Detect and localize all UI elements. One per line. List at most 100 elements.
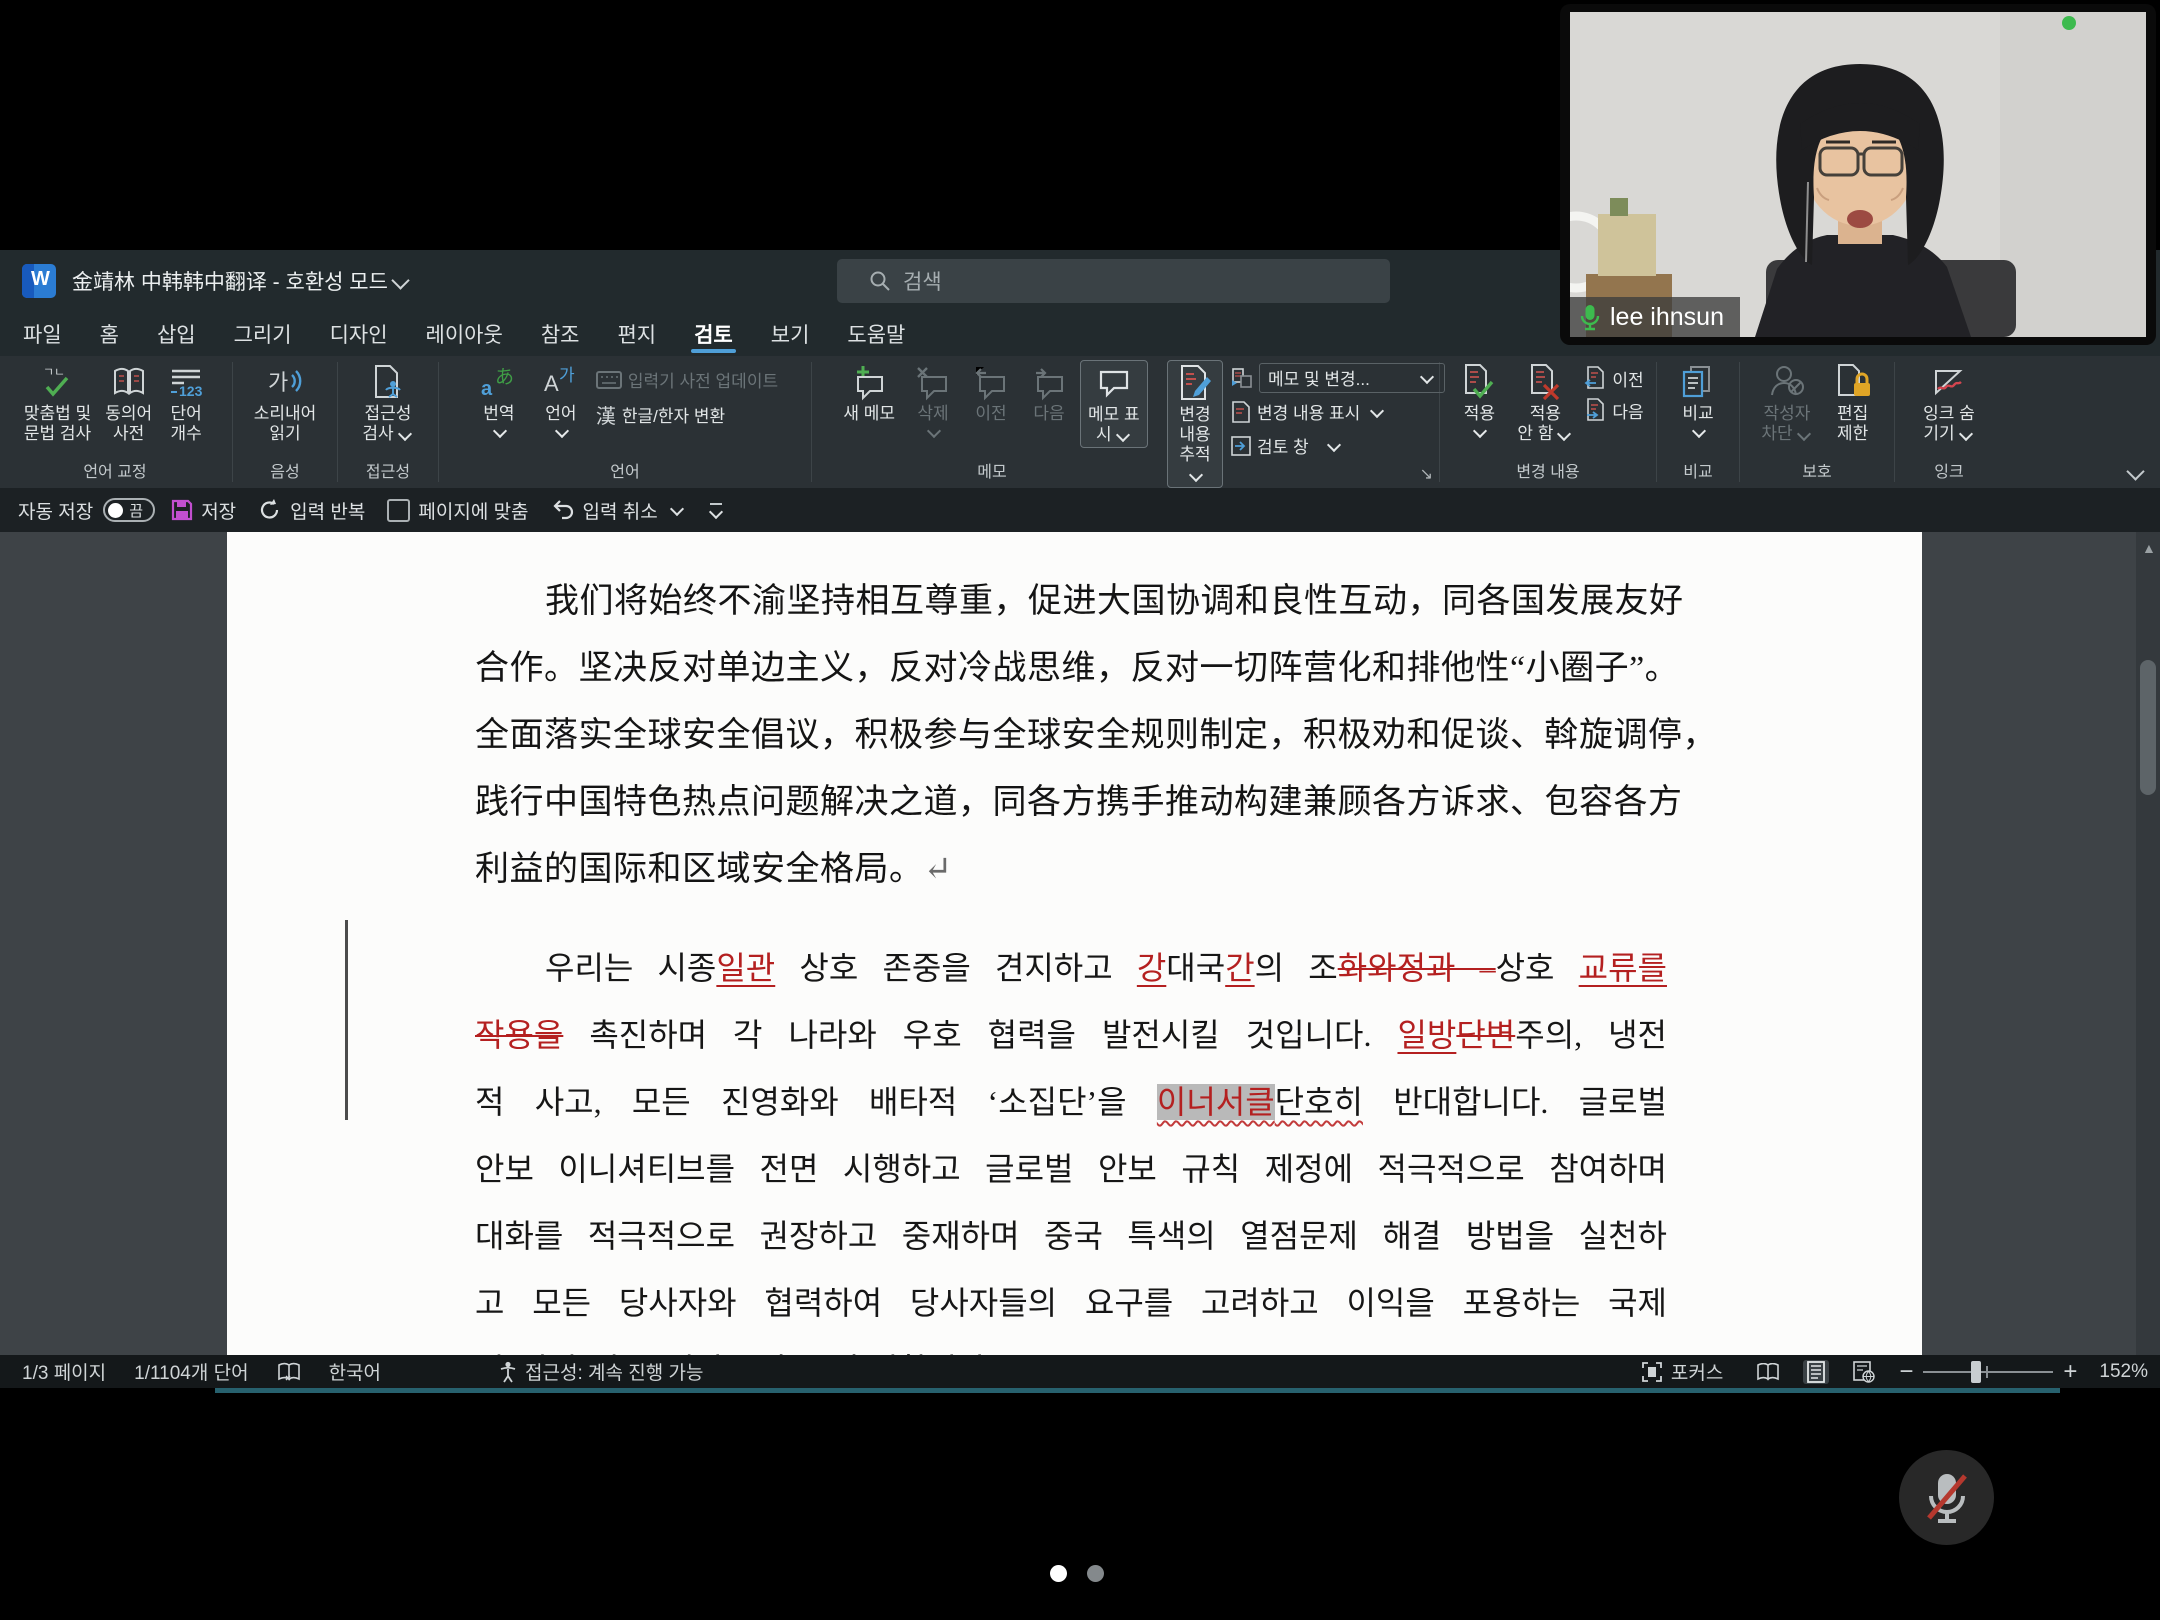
scrollbar-thumb[interactable] (2140, 660, 2156, 795)
autosave-toggle[interactable]: 끔 (103, 498, 155, 522)
web-layout-button[interactable] (1851, 1360, 1877, 1384)
chevron-down-icon (927, 424, 941, 438)
next-change-button[interactable]: 다음 (1584, 398, 1643, 422)
dialog-launcher-icon[interactable]: ↘ (1420, 464, 1433, 484)
text-segment: 우리는 시종 (545, 950, 716, 986)
hide-ink-button[interactable]: 잉크 숨 기기 (1916, 360, 1982, 446)
text-segment: 단변 (1456, 1017, 1515, 1053)
mic-muted-icon (1923, 1470, 1971, 1526)
group-speech: 가 소리내어 읽기 음성 (235, 356, 335, 488)
tab-insert[interactable]: 삽입 (138, 312, 215, 356)
print-layout-button[interactable] (1803, 1360, 1829, 1384)
dot-inactive[interactable] (1087, 1565, 1104, 1582)
tab-design[interactable]: 디자인 (311, 312, 407, 356)
vertical-scrollbar[interactable]: ▲ (2136, 532, 2160, 1355)
text-segment: 상호 존중을 견지하고 (775, 950, 1137, 986)
tab-review[interactable]: 검토 (675, 312, 752, 356)
mute-microphone-button[interactable] (1899, 1450, 1994, 1545)
text-segment: 주의, 냉전 (1515, 1017, 1667, 1053)
text-segment: 대국 (1166, 950, 1225, 986)
chevron-down-icon (1959, 426, 1973, 440)
webcam-overlay[interactable]: lee ihnsun (1560, 4, 2156, 345)
tab-layout[interactable]: 레이아웃 (407, 312, 522, 356)
thesaurus-button[interactable]: 동의어 사전 (98, 360, 159, 446)
accessibility-person-icon (499, 1361, 517, 1383)
text-segment: 작용을 (475, 1017, 563, 1053)
focus-mode-button[interactable]: 포커스 (1631, 1358, 1733, 1385)
chevron-down-icon (1692, 424, 1706, 438)
accept-change-button[interactable]: 적용 (1452, 360, 1506, 440)
zoom-slider[interactable]: − + (1899, 1362, 2077, 1382)
compare-icon (1678, 362, 1718, 402)
block-authors-icon (1767, 362, 1807, 402)
group-name: 접근성 (340, 462, 436, 488)
fit-to-page-label: 페이지에 맞춤 (418, 497, 528, 524)
tab-mailings[interactable]: 편지 (598, 312, 675, 356)
read-aloud-button[interactable]: 가 소리내어 읽기 (247, 360, 324, 446)
restrict-editing-button[interactable]: 편집 제한 (1826, 360, 1880, 446)
title-chevron-down-icon[interactable] (391, 271, 409, 289)
webcam-person (1570, 12, 2146, 337)
reviewing-pane-button[interactable]: 검토 창 (1231, 430, 1445, 461)
translate-button[interactable]: aあ 번역 (472, 360, 526, 440)
compare-button[interactable]: 비교 (1671, 360, 1725, 440)
page-indicator[interactable]: 1/3 페이지 (12, 1358, 116, 1385)
restrict-editing-icon (1833, 362, 1873, 402)
reject-change-button[interactable]: 적용 안 함 (1510, 360, 1580, 446)
word-count-indicator[interactable]: 1/1104개 단어 (124, 1358, 258, 1385)
zoom-thumb[interactable] (1971, 1361, 1981, 1383)
collapse-ribbon-icon[interactable] (2126, 462, 2144, 480)
fit-to-page-button[interactable]: 페이지에 맞춤 (381, 497, 534, 524)
display-for-review-dropdown[interactable]: 메모 및 변경... (1231, 362, 1445, 393)
button-label: 단어 개수 (170, 404, 201, 444)
show-markup-button[interactable]: 변경 내용 표시 (1231, 396, 1445, 427)
read-mode-button[interactable] (1755, 1360, 1781, 1384)
track-changes-button[interactable]: 변경 내용 추적 (1167, 360, 1223, 488)
tab-draw[interactable]: 그리기 (215, 312, 311, 356)
tab-home[interactable]: 홈 (81, 312, 138, 356)
zoom-level[interactable]: 152% (2099, 1361, 2148, 1383)
chevron-down-icon (709, 505, 723, 519)
document-page[interactable]: 我们将始终不渝坚持相互尊重，促进大国协调和良性互动，同各国发展友好 合作。坚决反… (227, 532, 1922, 1355)
word-count-button[interactable]: 123 단어 개수 (159, 360, 213, 446)
tab-references[interactable]: 참조 (522, 312, 599, 356)
tab-help[interactable]: 도움말 (828, 312, 924, 356)
group-name: 비교 (1659, 462, 1737, 488)
page-indicator-dots[interactable] (1050, 1565, 1104, 1582)
group-changes: 적용 적용 안 함 이전 다음 (1442, 356, 1654, 488)
language-indicator[interactable]: 한국어 (319, 1358, 391, 1385)
repeat-typing-button[interactable]: 입력 반복 (252, 497, 371, 524)
tab-view[interactable]: 보기 (752, 312, 829, 356)
svg-text:가: 가 (559, 366, 575, 385)
document-title: 金靖林 中韩韩中翻译 - 호환성 모드 (72, 266, 388, 296)
zoom-out-icon[interactable]: − (1899, 1362, 1913, 1382)
button-label: 잉크 숨 기기 (1923, 404, 1975, 444)
text-segment: 의 조 (1255, 950, 1338, 986)
zoom-in-icon[interactable]: + (2063, 1362, 2077, 1382)
language-button[interactable]: A가 언어 (534, 360, 588, 440)
button-label: 변경 내용 표시 (1257, 399, 1360, 424)
group-name: 잉크 (1897, 462, 2001, 488)
check-accessibility-button[interactable]: 접근성 검사 (355, 360, 420, 446)
spelling-grammar-button[interactable]: ㄱㄴ 맞춤법 및 문법 검사 (17, 360, 98, 446)
text-line: 안보 이니셔티브를 전면 시행하고 글로벌 안보 규칙 제정에 적극적으로 참여… (475, 1136, 1667, 1203)
zoom-track[interactable] (1923, 1371, 2053, 1373)
next-change-icon (1584, 398, 1606, 422)
accessibility-status[interactable]: 접근성: 계속 진행 가능 (489, 1358, 713, 1385)
hangul-hanja-convert-button[interactable]: 漢 한글/한자 변환 (596, 399, 778, 430)
previous-change-button[interactable]: 이전 (1584, 366, 1643, 390)
tab-file[interactable]: 파일 (4, 312, 81, 356)
search-input[interactable]: 검색 (837, 259, 1390, 303)
dot-active[interactable] (1050, 1565, 1067, 1582)
tracked-change-bar (345, 920, 348, 1120)
undo-typing-button[interactable]: 입력 취소 (545, 497, 692, 524)
new-comment-button[interactable]: 새 메모 (836, 360, 902, 426)
save-button[interactable]: 저장 (165, 497, 242, 524)
scroll-up-icon[interactable]: ▲ (2142, 540, 2156, 556)
proofing-status[interactable] (267, 1362, 311, 1382)
toolbar-overflow-button[interactable] (710, 503, 722, 517)
chevron-down-icon (1473, 424, 1487, 438)
group-compare: 비교 비교 (1659, 356, 1737, 488)
markup-view-select[interactable]: 메모 및 변경... (1259, 363, 1445, 393)
show-comments-button[interactable]: 메모 표 시 (1080, 360, 1148, 448)
